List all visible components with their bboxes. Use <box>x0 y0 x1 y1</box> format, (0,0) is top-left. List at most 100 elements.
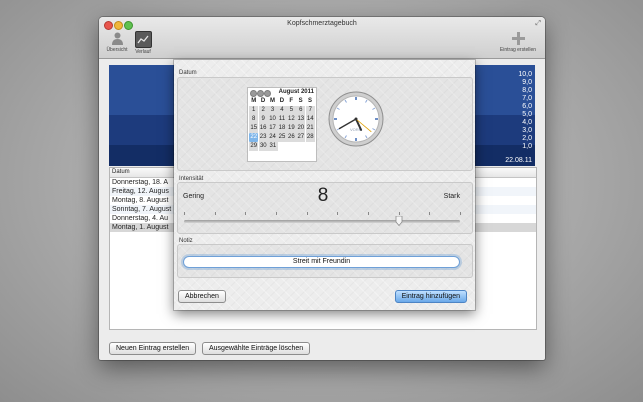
calendar-day[interactable]: 20 <box>296 124 306 133</box>
calendar-day[interactable]: 23 <box>258 133 268 142</box>
calendar-weekday: S <box>308 98 313 104</box>
calendar-day[interactable]: 10 <box>267 115 278 124</box>
intensity-slider-track[interactable] <box>184 220 460 223</box>
graph-y-label: 4,0 <box>522 119 532 126</box>
calendar-empty-cell <box>278 142 287 151</box>
slider-tick <box>306 212 308 215</box>
graph-y-label: 3,0 <box>522 127 532 134</box>
calendar-empty-cell <box>296 142 305 151</box>
toolbar-overview-button[interactable]: Übersicht <box>105 31 129 53</box>
calendar-day[interactable]: 17 <box>267 124 278 133</box>
date-section-label: Datum <box>179 70 197 76</box>
calendar-weekday: D <box>260 98 266 104</box>
slider-tick <box>429 212 431 215</box>
slider-tick <box>276 212 277 215</box>
calendar-weekday: F <box>289 98 294 104</box>
calendar-header: August 2011 <box>248 89 316 97</box>
calendar-day[interactable]: 6 <box>296 106 306 115</box>
new-entry-sheet: Datum August 2011 M D M D F S S 1 2 3 4 5 6 7 8 9 10 11 12… <box>174 60 475 310</box>
calendar-empty-cell <box>287 142 296 151</box>
calendar-week: 22 23 24 25 26 27 28 <box>249 133 315 142</box>
graph-y-label: 1,0 <box>522 143 532 150</box>
cancel-button[interactable]: Abbrechen <box>178 290 226 303</box>
graph-y-label: 2,0 <box>522 135 532 142</box>
calendar-day[interactable]: 1 <box>249 106 259 115</box>
slider-tick <box>245 212 247 215</box>
calendar-weekday: S <box>298 98 303 104</box>
graph-y-label: 5,0 <box>522 111 532 118</box>
calendar-day[interactable]: 5 <box>286 106 297 115</box>
calendar-day[interactable]: 8 <box>249 115 259 124</box>
date-section <box>177 77 473 171</box>
calendar-week: 8 9 10 11 12 13 14 <box>249 115 315 124</box>
graph-y-label: 10,0 <box>518 71 532 78</box>
calendar-day[interactable]: 21 <box>305 124 315 133</box>
graph-y-label: 6,0 <box>522 103 532 110</box>
chart-icon <box>134 31 152 48</box>
calendar-weekday: D <box>279 98 285 104</box>
toolbar-create-entry-label: Eintrag erstellen <box>499 47 537 53</box>
intensity-value: 8 <box>317 185 329 206</box>
slider-tick <box>368 212 369 215</box>
fullscreen-icon[interactable]: ⤢ <box>535 20 541 28</box>
calendar-day[interactable]: 25 <box>277 133 287 142</box>
slider-tick <box>337 212 339 215</box>
toolbar-overview-label: Übersicht <box>106 47 128 53</box>
today-button[interactable] <box>257 90 264 97</box>
new-entry-button[interactable]: Neuen Eintrag erstellen <box>109 342 197 355</box>
delete-selected-button[interactable]: Ausgewählte Einträge löschen <box>202 342 311 355</box>
slider-tick <box>398 212 400 215</box>
calendar-day[interactable]: 16 <box>258 124 268 133</box>
calendar-day[interactable]: 11 <box>277 115 287 124</box>
intensity-slider-knob[interactable] <box>395 216 403 226</box>
calendar-day-selected[interactable]: 22 <box>249 133 259 142</box>
calendar-day[interactable]: 31 <box>268 142 278 151</box>
calendar: August 2011 M D M D F S S 1 2 3 4 5 6 7 8 9 10 11 12 13 14 15… <box>247 87 317 162</box>
plus-icon <box>511 31 526 46</box>
graph-y-label: 9,0 <box>522 79 532 86</box>
calendar-day[interactable]: 4 <box>277 106 287 115</box>
calendar-day[interactable]: 26 <box>286 133 297 142</box>
graph-y-label: 7,0 <box>522 95 532 102</box>
calendar-day[interactable]: 24 <box>267 133 278 142</box>
calendar-empty-cell <box>306 142 315 151</box>
calendar-week: 15 16 17 18 19 20 21 <box>249 124 315 133</box>
calendar-day[interactable]: 2 <box>258 106 268 115</box>
calendar-day[interactable]: 28 <box>305 133 315 142</box>
calendar-day[interactable]: 18 <box>277 124 287 133</box>
calendar-weekday: M <box>251 98 257 104</box>
calendar-weekday-row: MDMDFSS <box>249 97 315 106</box>
titlebar: Kopfschmerztagebuch ⤢ Übersicht Verlauf … <box>99 17 545 59</box>
calendar-day[interactable]: 9 <box>258 115 268 124</box>
calendar-grid: M D M D F S S 1 2 3 4 5 6 7 8 9 10 11 12 13 14 15 16 17 18 19 20 21… <box>249 97 315 151</box>
calendar-day[interactable]: 12 <box>286 115 297 124</box>
calendar-day[interactable]: 19 <box>286 124 297 133</box>
slider-tick <box>460 212 461 215</box>
calendar-week: 1234567 <box>249 106 315 115</box>
prev-month-button[interactable] <box>250 90 257 97</box>
toolbar-history-button[interactable]: Verlauf <box>132 31 154 55</box>
person-icon <box>110 31 125 46</box>
clock[interactable]: VORM <box>328 91 384 147</box>
calendar-day[interactable]: 27 <box>296 133 306 142</box>
calendar-day[interactable]: 15 <box>249 124 259 133</box>
calendar-day[interactable]: 30 <box>258 142 268 151</box>
calendar-month: August 2011 <box>278 89 314 95</box>
calendar-weekday: M <box>269 98 275 104</box>
toolbar-create-entry-button[interactable]: Eintrag erstellen <box>495 31 541 53</box>
slider-tick <box>184 212 185 215</box>
graph-date-label: 22.08.11 <box>505 157 532 164</box>
calendar-day[interactable]: 3 <box>267 106 278 115</box>
graph-y-label: 8,0 <box>522 87 532 94</box>
note-input[interactable]: Streit mit Freundin <box>183 256 460 268</box>
toolbar-history-label: Verlauf <box>135 49 151 55</box>
next-month-button[interactable] <box>264 90 271 97</box>
add-entry-button[interactable]: Eintrag hinzufügen <box>394 290 467 303</box>
calendar-day[interactable]: 7 <box>305 106 315 115</box>
intensity-max-label: Stark <box>443 193 460 200</box>
calendar-day[interactable]: 29 <box>249 142 259 151</box>
window-title: Kopfschmerztagebuch <box>287 20 357 27</box>
calendar-week: 29 30 31 <box>249 142 315 151</box>
calendar-day[interactable]: 14 <box>305 115 315 124</box>
calendar-day[interactable]: 13 <box>296 115 306 124</box>
